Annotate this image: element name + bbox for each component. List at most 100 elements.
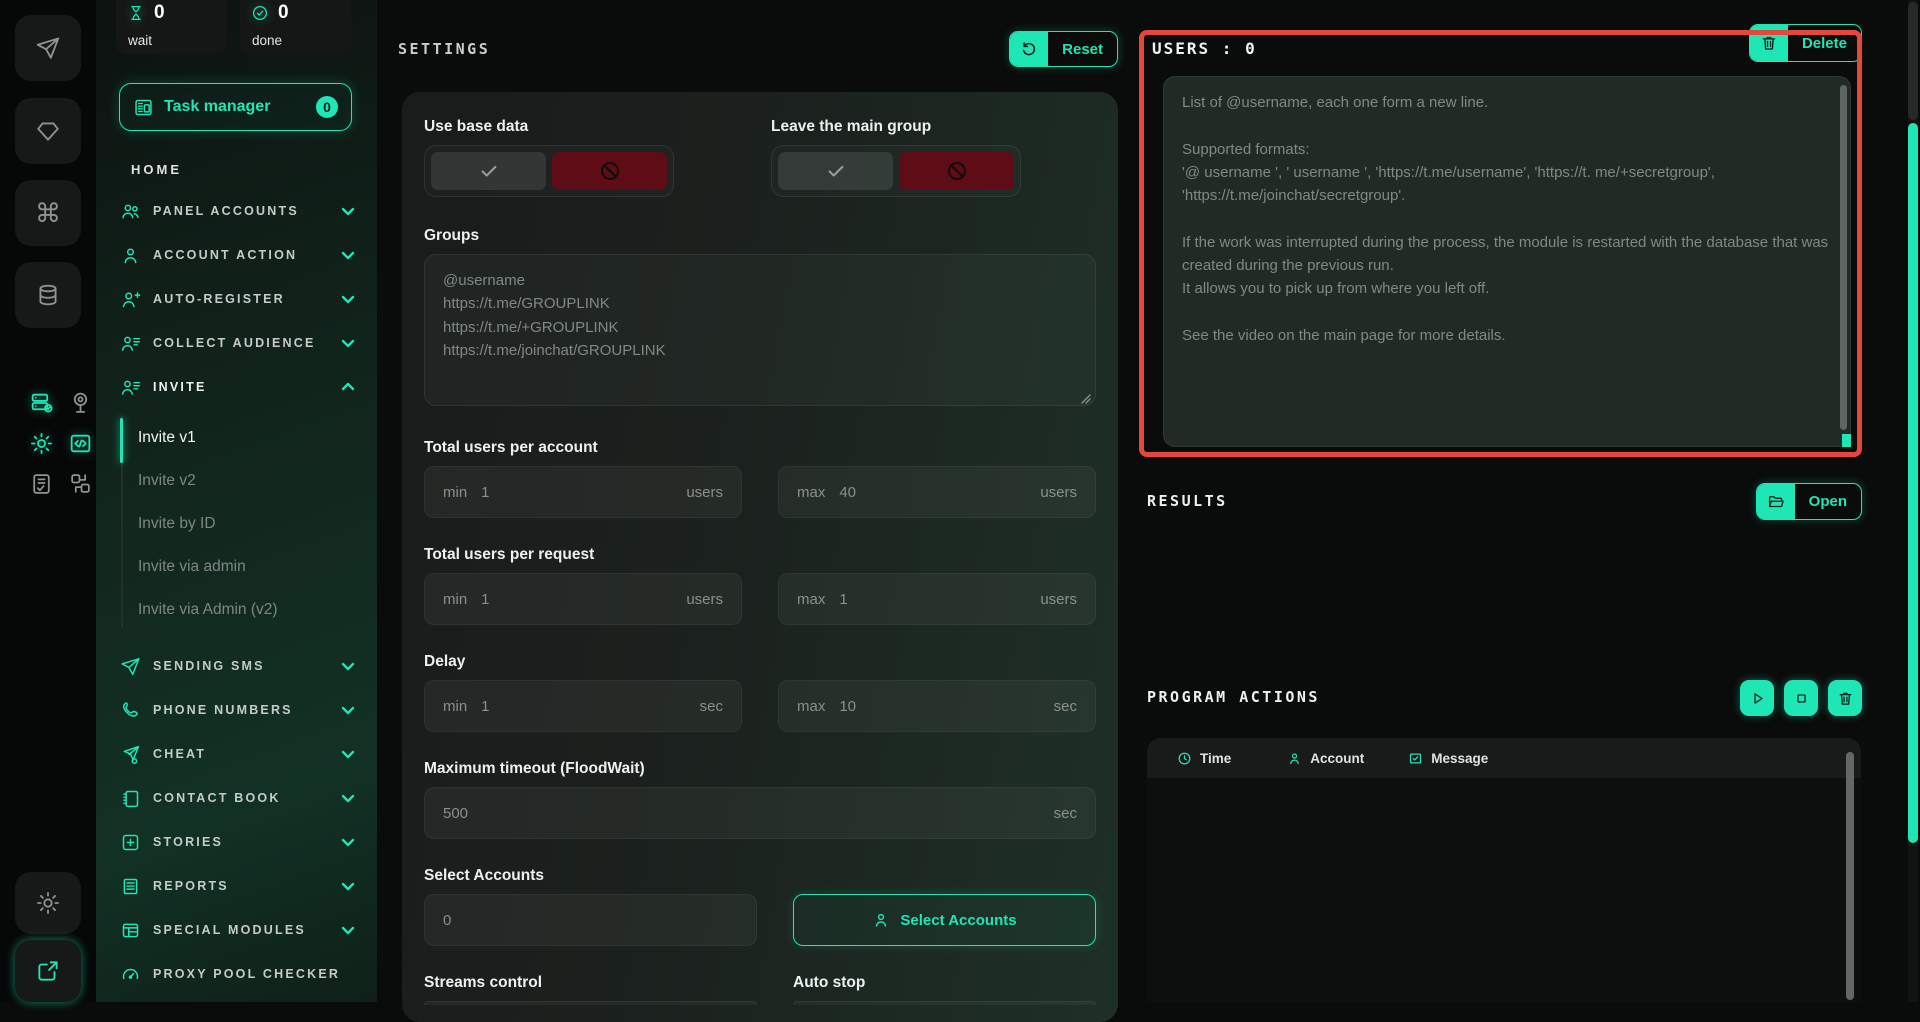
sidebar-item-invite[interactable]: INVITE [96,365,377,409]
task-manager-button[interactable]: Task manager 0 [119,83,352,131]
max-timeout-input[interactable]: 500 sec [424,787,1096,839]
check-icon [478,160,500,182]
hourglass-icon [127,4,145,22]
sidebar-item-phone-numbers[interactable]: PHONE NUMBERS [96,688,377,732]
check-icon [825,160,847,182]
server-check-icon[interactable] [28,389,54,415]
sidebar: 0 wait 0 done Task manager 0 HOME PANEL … [96,0,377,1002]
play-button[interactable] [1740,680,1774,716]
chevron-down-icon [340,790,356,806]
submenu-item-invite-v1[interactable]: Invite v1 [96,416,377,459]
reset-button[interactable]: Reset [1009,31,1118,67]
command-rail-button[interactable]: ⌘ [15,180,81,246]
settings-card: Use base data Leave the main group [402,92,1118,1022]
gear-icon[interactable] [28,430,54,456]
page-scrollbar-upper-thumb[interactable] [1908,2,1918,120]
database-icon [35,282,61,308]
block-icon [598,159,622,183]
stop-button[interactable] [1784,680,1818,716]
settings-title: SETTINGS [398,40,490,58]
open-label: Open [1795,484,1861,519]
groups-label: Groups [424,227,1096,246]
command-icon: ⌘ [35,200,61,226]
sidebar-item-sending-sms[interactable]: SENDING SMS [96,644,377,688]
external-link-rail-button[interactable] [15,940,81,1002]
check-circle-icon [251,4,269,22]
submenu-item-invite-by-id[interactable]: Invite by ID [96,502,377,545]
webcam-icon[interactable] [67,389,93,415]
total-users-per-account-max-input[interactable]: max40 users [778,466,1096,518]
wait-count: 0 [154,2,165,24]
total-users-per-request-min-input[interactable]: min1 users [424,573,742,625]
sidebar-item-auto-register[interactable]: AUTO-REGISTER [96,277,377,321]
send-rail-button[interactable] [15,15,81,81]
submenu-item-invite-via-admin-v2[interactable]: Invite via Admin (v2) [96,588,377,631]
code-window-icon[interactable] [67,430,93,456]
mail-check-icon [1408,751,1423,766]
table-scrollbar-thumb[interactable] [1846,752,1854,1000]
clipboard-check-icon[interactable] [28,470,54,496]
total-users-per-request-label: Total users per request [424,546,1096,565]
people-icon [120,201,141,222]
send-icon [35,35,61,61]
total-users-per-account-label: Total users per account [424,439,1096,458]
chevron-down-icon [340,658,356,674]
chevron-down-icon [340,746,356,762]
submenu-item-invite-via-admin[interactable]: Invite via admin [96,545,377,588]
total-users-per-request-max-input[interactable]: max1 users [778,573,1096,625]
table-header-row: Time Account Message [1147,738,1861,778]
clear-button[interactable] [1828,680,1862,716]
delay-max-input[interactable]: max10 sec [778,680,1096,732]
program-actions-table: Time Account Message [1147,738,1861,1002]
chevron-down-icon [340,291,356,307]
program-actions-title: PROGRAM ACTIONS [1147,688,1320,706]
submenu-active-bar [120,418,123,463]
block-icon [945,159,969,183]
leave-main-group-yes[interactable] [778,152,893,190]
swap-icon[interactable] [67,470,93,496]
open-button[interactable]: Open [1756,483,1862,520]
total-users-per-account-min-input[interactable]: min1 users [424,466,742,518]
users-scrollbar-thumb[interactable] [1840,85,1847,430]
person-icon [1287,751,1302,766]
sidebar-item-reports[interactable]: REPORTS [96,864,377,908]
users-panel-title: USERS : 0 [1152,39,1257,58]
groups-textarea[interactable] [424,254,1096,406]
sidebar-item-special-modules[interactable]: SPECIAL MODULES [96,908,377,952]
users-resize-handle[interactable] [1842,434,1851,447]
chevron-down-icon [340,878,356,894]
person-icon [872,911,890,929]
sidebar-item-account-action[interactable]: ACCOUNT ACTION [96,233,377,277]
submenu-item-invite-v2[interactable]: Invite v2 [96,459,377,502]
users-textarea[interactable] [1163,76,1851,447]
accounts-count-input[interactable]: 0 [424,894,757,946]
chevron-up-icon [340,379,356,395]
sidebar-item-cheat[interactable]: CHEAT [96,732,377,776]
done-count: 0 [278,2,289,24]
delay-min-input[interactable]: min1 sec [424,680,742,732]
sidebar-item-collect-audience[interactable]: COLLECT AUDIENCE [96,321,377,365]
gem-rail-button[interactable] [15,98,81,164]
settings-rail-button[interactable] [15,872,81,934]
leave-main-group-no[interactable] [899,152,1014,190]
use-base-data-yes[interactable] [431,152,546,190]
database-rail-button[interactable] [15,262,81,328]
column-account[interactable]: Account [1287,751,1364,766]
delete-button[interactable]: Delete [1749,24,1862,62]
chevron-down-icon [340,247,356,263]
use-base-data-no[interactable] [552,152,667,190]
sidebar-item-stories[interactable]: STORIES [96,820,377,864]
sidebar-item-panel-accounts[interactable]: PANEL ACCOUNTS [96,189,377,233]
resize-handle-icon[interactable] [1081,394,1091,404]
column-time[interactable]: Time [1177,751,1231,766]
chevron-down-icon [340,702,356,718]
select-accounts-button[interactable]: Select Accounts [793,894,1096,946]
rotate-ccw-icon [1010,32,1048,66]
done-counter-card: 0 done [240,0,351,55]
play-icon [1749,690,1766,707]
task-manager-label: Task manager [164,98,270,116]
column-message[interactable]: Message [1408,751,1488,766]
page-scrollbar-thumb[interactable] [1908,123,1918,843]
sidebar-item-proxy-pool-checker[interactable]: PROXY POOL CHECKER [96,952,377,996]
sidebar-item-contact-book[interactable]: CONTACT BOOK [96,776,377,820]
